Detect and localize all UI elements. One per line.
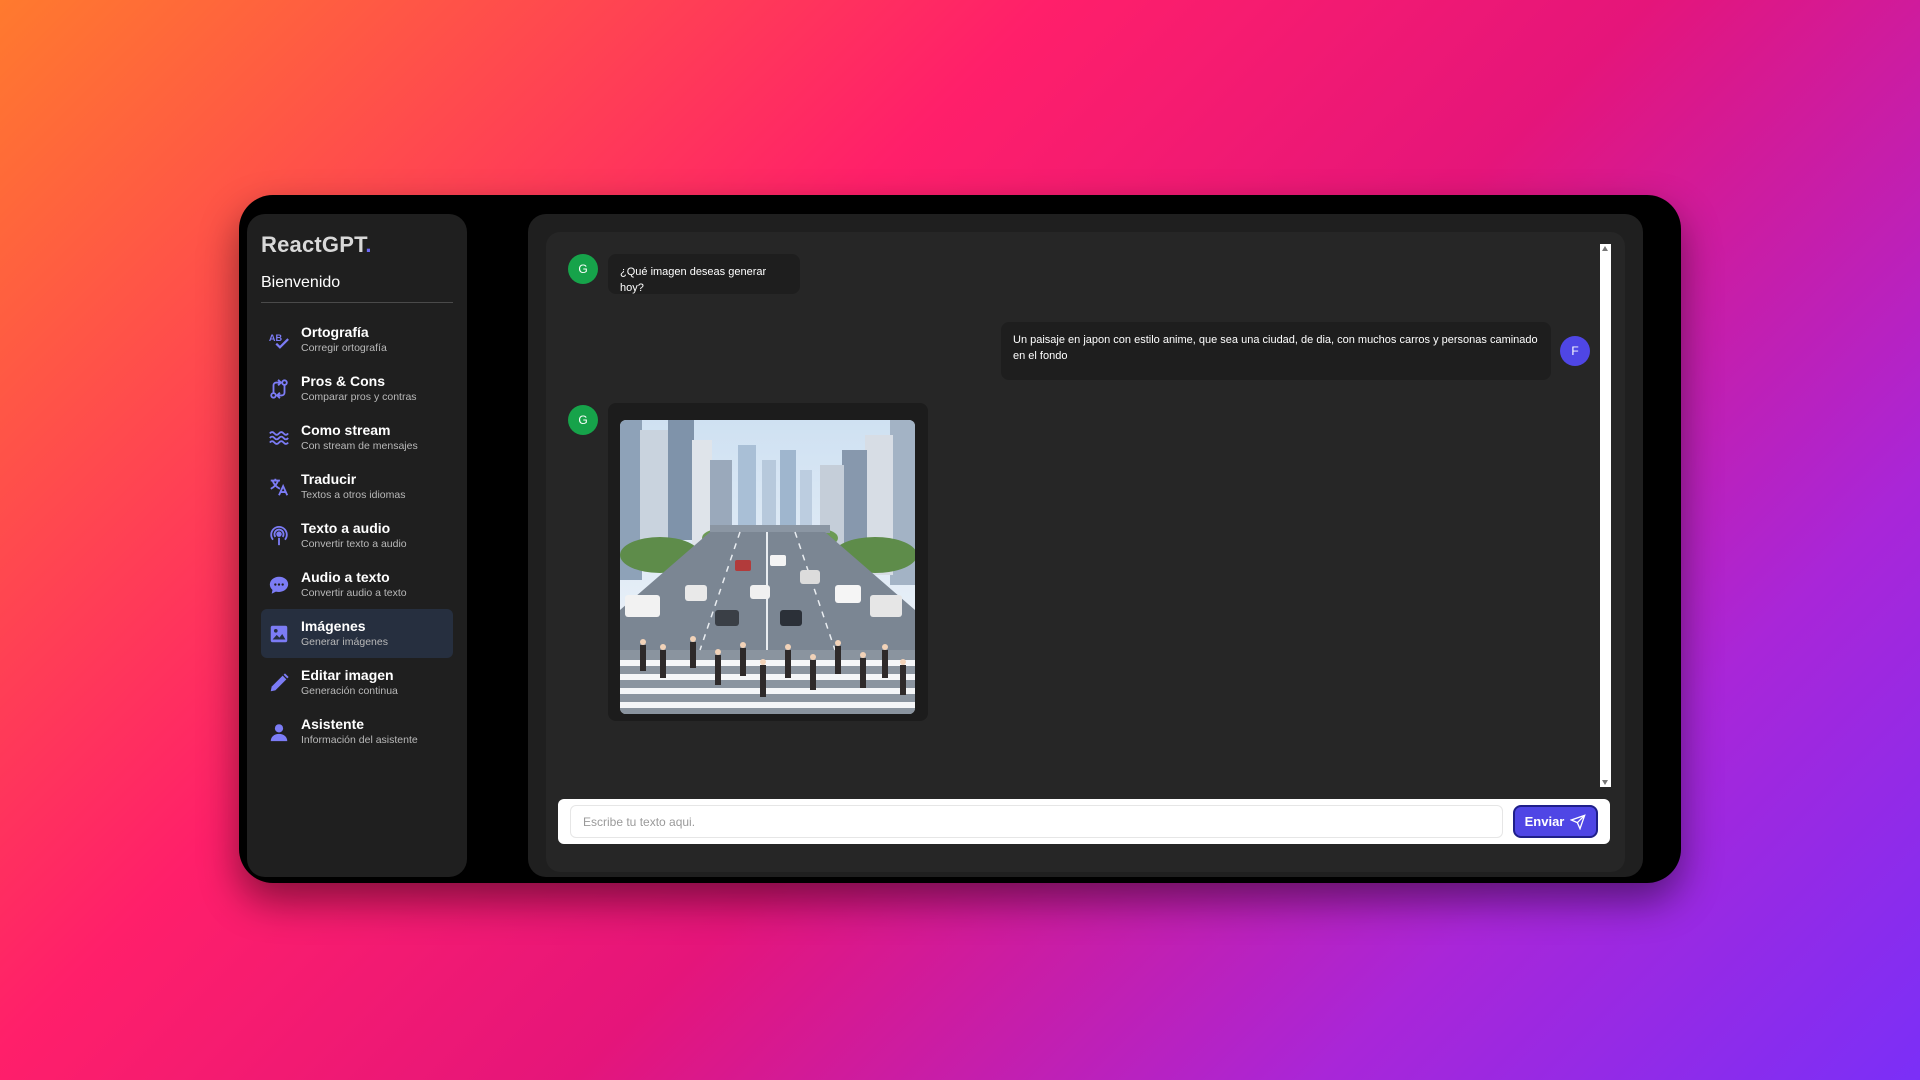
sidebar-item-subtitle: Convertir texto a audio [301, 538, 407, 550]
sidebar-item-subtitle: Generar imágenes [301, 636, 388, 648]
sidebar-item-subtitle: Convertir audio a texto [301, 587, 407, 599]
podcast-icon [267, 524, 291, 548]
message-input-bar: Enviar [558, 799, 1610, 844]
sidebar-item-title: Audio a texto [301, 569, 390, 585]
image-icon [267, 622, 291, 646]
message-input[interactable] [570, 805, 1503, 838]
sidebar-item-subtitle: Comparar pros y contras [301, 391, 417, 403]
bot-avatar: G [568, 405, 598, 435]
sidebar-item-subtitle: Generación continua [301, 685, 398, 697]
bot-avatar: G [568, 254, 598, 284]
sidebar-item-subtitle: Corregir ortografía [301, 342, 387, 354]
chat-bubble-icon [267, 573, 291, 597]
sidebar-item-stream[interactable]: Como stream Con stream de mensajes [261, 413, 453, 462]
scroll-up-arrow-icon[interactable] [1602, 246, 1608, 251]
sidebar-item-ortografia[interactable]: AB Ortografía Corregir ortografía [261, 315, 453, 364]
sidebar-item-imagenes[interactable]: Imágenes Generar imágenes [261, 609, 453, 658]
compare-arrows-icon [267, 377, 291, 401]
sidebar-item-subtitle: Información del asistente [301, 734, 418, 746]
sidebar-item-title: Texto a audio [301, 520, 391, 536]
sidebar-item-audio-texto[interactable]: Audio a texto Convertir audio a texto [261, 560, 453, 609]
app-logo: ReactGPT. [261, 232, 372, 257]
sidebar-item-editar-imagen[interactable]: Editar imagen Generación continua [261, 658, 453, 707]
generated-image[interactable] [620, 420, 915, 714]
translate-icon [267, 475, 291, 499]
sidebar-item-title: Como stream [301, 422, 391, 438]
sidebar-item-title: Pros & Cons [301, 373, 386, 389]
sidebar-item-asistente[interactable]: Asistente Información del asistente [261, 707, 453, 756]
sidebar-item-title: Traducir [301, 471, 357, 487]
bot-message: ¿Qué imagen deseas generar hoy? [608, 254, 800, 294]
sidebar-item-title: Asistente [301, 716, 365, 732]
sidebar-item-pros-cons[interactable]: Pros & Cons Comparar pros y contras [261, 364, 453, 413]
welcome-label: Bienvenido [261, 274, 453, 303]
sidebar-nav: AB Ortografía Corregir ortografía Pros &… [261, 315, 453, 756]
sidebar-item-title: Editar imagen [301, 667, 394, 683]
sidebar: ReactGPT. Bienvenido AB Ortografía Corre… [247, 214, 467, 877]
send-button-label: Enviar [1524, 814, 1565, 829]
svg-text:AB: AB [269, 332, 283, 342]
chat-scrollbar[interactable] [1600, 244, 1611, 787]
user-message: Un paisaje en japon con estilo anime, qu… [1001, 322, 1551, 380]
sidebar-item-subtitle: Con stream de mensajes [301, 440, 418, 452]
send-button[interactable]: Enviar [1513, 805, 1598, 838]
scroll-down-arrow-icon[interactable] [1602, 780, 1608, 785]
pencil-icon [267, 671, 291, 695]
sidebar-item-title: Ortografía [301, 324, 369, 340]
sidebar-item-title: Imágenes [301, 618, 366, 634]
user-icon [267, 720, 291, 744]
user-avatar: F [1560, 336, 1590, 366]
spellcheck-icon: AB [267, 328, 291, 352]
send-icon [1570, 813, 1587, 830]
sidebar-item-texto-audio[interactable]: Texto a audio Convertir texto a audio [261, 511, 453, 560]
waves-icon [267, 426, 291, 450]
sidebar-item-traducir[interactable]: Traducir Textos a otros idiomas [261, 462, 453, 511]
sidebar-item-subtitle: Textos a otros idiomas [301, 489, 406, 501]
